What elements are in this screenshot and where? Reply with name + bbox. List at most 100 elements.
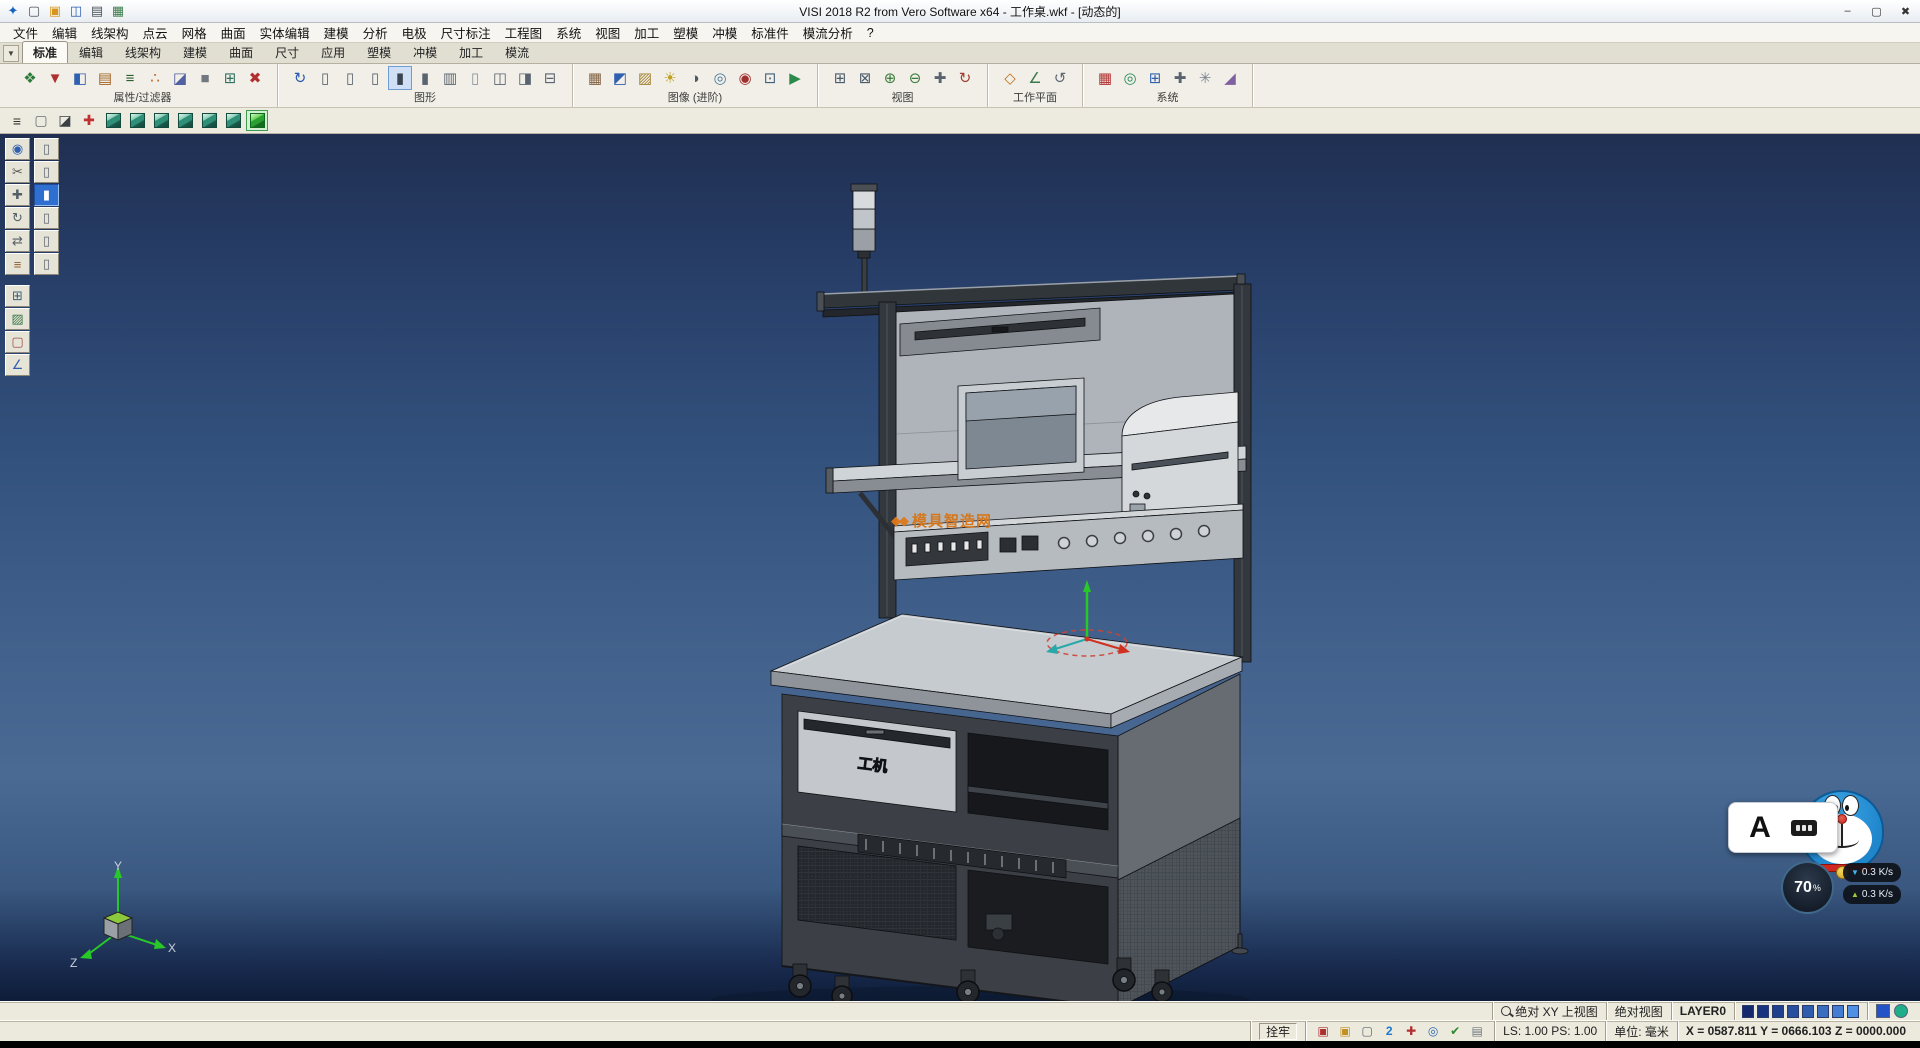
ribbon-tab[interactable]: 应用 xyxy=(310,41,356,63)
menu-item[interactable]: ? xyxy=(860,24,881,42)
rotate-view-icon[interactable]: ↻ xyxy=(953,66,977,90)
properties-icon[interactable]: ❖ xyxy=(18,66,42,90)
surface-filter-icon[interactable]: ◪ xyxy=(168,66,192,90)
right-view-cube-icon[interactable] xyxy=(222,110,244,131)
animation-icon[interactable]: ▶ xyxy=(783,66,807,90)
color-table-icon[interactable]: ▦ xyxy=(1093,66,1117,90)
front-view-cube-icon[interactable] xyxy=(150,110,172,131)
depth-color-scale[interactable] xyxy=(1734,1002,1867,1020)
menu-item[interactable]: 冲模 xyxy=(705,21,744,44)
ribbon-tab[interactable]: 建模 xyxy=(172,41,218,63)
slope-analysis-icon[interactable]: ◢ xyxy=(1218,66,1242,90)
pattern-icon[interactable]: ⊞ xyxy=(5,285,30,307)
ime-mode-indicator[interactable]: A xyxy=(1749,813,1771,843)
lock-toggle-cell[interactable]: 拴牢 xyxy=(1250,1021,1305,1041)
render-image-icon[interactable]: ◉ xyxy=(733,66,757,90)
lighting-icon[interactable]: ☀ xyxy=(658,66,682,90)
trash-icon[interactable]: ▯ xyxy=(34,253,59,275)
save-file-icon[interactable]: ◫ xyxy=(67,2,85,20)
input-method-bar[interactable]: A xyxy=(1728,802,1838,853)
workplane-entity-icon[interactable]: ∠ xyxy=(1023,66,1047,90)
back-view-cube-icon[interactable] xyxy=(174,110,196,131)
menu-item[interactable]: 视图 xyxy=(588,21,627,44)
color-filter-icon[interactable]: ◧ xyxy=(68,66,92,90)
ribbon-tab[interactable]: 冲模 xyxy=(402,41,448,63)
3d-viewport[interactable]: 工机 xyxy=(0,134,1920,1001)
solid-view-icon[interactable]: ◪ xyxy=(54,110,76,131)
offset-icon[interactable]: ≡ xyxy=(5,253,30,275)
menu-item[interactable]: 模流分析 xyxy=(796,21,860,44)
iso-view-cube-icon[interactable] xyxy=(102,110,124,131)
absolute-view-cell[interactable]: 绝对视图 xyxy=(1606,1002,1671,1020)
memory-ball-widget[interactable]: 70% xyxy=(1781,861,1834,914)
display-icon[interactable]: ▢ xyxy=(1358,1023,1376,1040)
ribbon-tab[interactable]: 标准 xyxy=(22,41,68,63)
left-view-cube-icon[interactable] xyxy=(198,110,220,131)
ribbon-tab[interactable]: 加工 xyxy=(448,41,494,63)
rotate-icon[interactable]: ↻ xyxy=(5,207,30,229)
lock-toggle[interactable]: 拴牢 xyxy=(1259,1023,1297,1040)
globe-icon[interactable]: ◎ xyxy=(1118,66,1142,90)
render-quality-icon[interactable]: ⊟ xyxy=(538,66,562,90)
materials-icon[interactable]: ◩ xyxy=(608,66,632,90)
zoom-window-icon[interactable]: ⊞ xyxy=(828,66,852,90)
scale-cell[interactable]: LS: 1.00 PS: 1.00 xyxy=(1494,1021,1605,1041)
delete-icon[interactable]: ▢ xyxy=(5,331,30,353)
zoom-out-icon[interactable]: ⊖ xyxy=(903,66,927,90)
hidden-line-cylinder-icon[interactable]: ▯ xyxy=(338,66,362,90)
maximize-button[interactable]: ▢ xyxy=(1862,0,1891,22)
menu-item[interactable]: 标准件 xyxy=(744,21,796,44)
notepad-icon[interactable]: ▮ xyxy=(34,184,59,206)
menu-icon[interactable]: ≡ xyxy=(6,110,28,131)
zoom-select-icon[interactable]: ◉ xyxy=(5,138,30,160)
dashed-hidden-cylinder-icon[interactable]: ▯ xyxy=(363,66,387,90)
highlight-edges-icon[interactable]: ◨ xyxy=(513,66,537,90)
zoom-in-icon[interactable]: ⊕ xyxy=(878,66,902,90)
ribbon-tab[interactable]: 模流 xyxy=(494,41,540,63)
texture-icon[interactable]: ▨ xyxy=(633,66,657,90)
environment-icon[interactable]: ◎ xyxy=(708,66,732,90)
file-list-icon[interactable]: ▯ xyxy=(34,138,59,160)
shaded-cylinder-icon[interactable]: ▮ xyxy=(388,66,412,90)
filter-funnel-icon[interactable]: ▼ xyxy=(43,66,67,90)
clipboard-icon[interactable]: ▯ xyxy=(34,161,59,183)
group-filter-icon[interactable]: ⊞ xyxy=(218,66,242,90)
transparent-cylinder-icon[interactable]: ▯ xyxy=(463,66,487,90)
tab-overflow-button[interactable]: ▼ xyxy=(3,45,19,62)
mode-2d-icon[interactable]: 2 xyxy=(1380,1023,1398,1040)
line-type-filter-icon[interactable]: ≡ xyxy=(118,66,142,90)
axes-origin-icon[interactable]: ✚ xyxy=(78,110,100,131)
clear-filter-icon[interactable]: ✖ xyxy=(243,66,267,90)
sparkle-icon[interactable]: ✳ xyxy=(1193,66,1217,90)
layer-filter-icon[interactable]: ▤ xyxy=(93,66,117,90)
open-file-icon[interactable]: ▣ xyxy=(46,2,64,20)
redraw-icon[interactable]: ↻ xyxy=(288,66,312,90)
menu-item[interactable]: 系统 xyxy=(549,21,588,44)
wireframe-cylinder-icon[interactable]: ▯ xyxy=(313,66,337,90)
print-icon[interactable]: ▤ xyxy=(88,2,106,20)
keyboard-icon[interactable] xyxy=(1791,820,1817,836)
section-view-icon[interactable]: ◫ xyxy=(488,66,512,90)
ribbon-tab[interactable]: 塑模 xyxy=(356,41,402,63)
layers-gray-icon[interactable]: ▤ xyxy=(1468,1023,1486,1040)
app-logo-icon[interactable]: ✦ xyxy=(4,2,22,20)
trim-icon[interactable]: ✂ xyxy=(5,161,30,183)
shaded-view-cube-icon[interactable] xyxy=(246,110,268,131)
menu-item[interactable]: 塑模 xyxy=(666,21,705,44)
close-button[interactable]: ✖ xyxy=(1891,0,1920,22)
ribbon-tab[interactable]: 曲面 xyxy=(218,41,264,63)
active-color-icon[interactable] xyxy=(1876,1004,1890,1018)
capture-icon[interactable]: ▣ xyxy=(1314,1023,1332,1040)
move-icon[interactable]: ✚ xyxy=(5,184,30,206)
grid-settings-icon[interactable]: ⊞ xyxy=(1143,66,1167,90)
check-green-icon[interactable]: ✔ xyxy=(1446,1023,1464,1040)
ribbon-tab[interactable]: 编辑 xyxy=(68,41,114,63)
menu-item[interactable]: 加工 xyxy=(627,21,666,44)
zoom-extents-icon[interactable]: ⊠ xyxy=(853,66,877,90)
mirror-icon[interactable]: ⇄ xyxy=(5,230,30,252)
pan-view-icon[interactable]: ✚ xyxy=(928,66,952,90)
measure-icon[interactable]: ∠ xyxy=(5,354,30,376)
capture-icon[interactable]: ⊡ xyxy=(758,66,782,90)
minimize-button[interactable]: – xyxy=(1833,0,1862,22)
globe-blue-icon[interactable]: ◎ xyxy=(1424,1023,1442,1040)
